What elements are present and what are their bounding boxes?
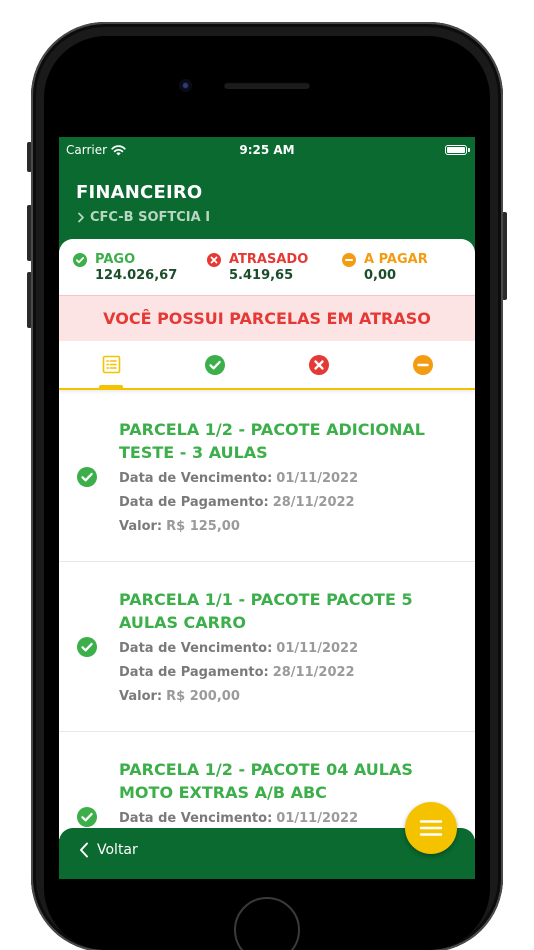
due-date-label: Data de Vencimento: [119,811,273,826]
payment-date-value: 28/11/2022 [272,665,355,680]
back-button-label: Voltar [97,842,138,858]
minus-circle-icon [342,253,356,267]
overdue-alert: VOCÊ POSSUI PARCELAS EM ATRASO [59,295,475,341]
due-date-row: Data de Vencimento: 01/11/2022 [119,641,358,656]
earpiece-speaker [224,82,310,89]
amount-label: Valor: [119,689,163,704]
payment-date-label: Data de Pagamento: [119,665,269,680]
hamburger-menu-icon [419,820,443,836]
check-circle-icon [77,807,97,827]
menu-fab-button[interactable] [405,802,457,854]
check-circle-icon [77,467,97,487]
check-circle-icon [73,253,87,267]
breadcrumb[interactable]: CFC-B SOFTCIA I [76,210,210,225]
status-time: 9:25 AM [239,143,295,157]
list-item[interactable]: PARCELA 1/2 - PACOTE ADICIONAL TESTE - 3… [59,392,475,562]
amount-value: R$ 200,00 [166,689,240,704]
installment-title: PARCELA 1/1 - PACOTE PACOTE 5 AULAS CARR… [119,590,413,632]
summary-bar: PAGO 124.026,67 ATRASADO 5.419,65 A PAGA… [59,239,475,295]
amount-row: Valor: R$ 200,00 [119,689,240,704]
list-icon [102,355,120,374]
check-circle-icon [77,637,97,657]
amount-label: Valor: [119,519,163,534]
due-date-row: Data de Vencimento: 01/11/2022 [119,811,358,826]
summary-to-pay: A PAGAR 0,00 [342,252,428,284]
due-date-label: Data de Vencimento: [119,471,273,486]
back-button[interactable]: Voltar [79,842,138,858]
summary-to-pay-label: A PAGAR [364,252,428,267]
payment-date-value: 28/11/2022 [272,495,355,510]
due-date-label: Data de Vencimento: [119,641,273,656]
payment-date-row: Data de Pagamento: 28/11/2022 [119,495,355,510]
battery-icon [445,145,470,155]
summary-to-pay-value: 0,00 [364,268,397,283]
summary-late: ATRASADO 5.419,65 [207,252,308,284]
page-title: FINANCEIRO [76,182,203,203]
summary-paid: PAGO 124.026,67 [73,252,177,284]
summary-late-value: 5.419,65 [229,268,294,283]
summary-paid-label: PAGO [95,252,136,267]
due-date-value: 01/11/2022 [276,471,359,486]
chevron-left-icon [80,842,88,858]
amount-row: Valor: R$ 125,00 [119,519,240,534]
tab-late[interactable] [267,341,371,388]
amount-value: R$ 125,00 [166,519,240,534]
due-date-value: 01/11/2022 [276,641,359,656]
breadcrumb-label: CFC-B SOFTCIA I [90,210,211,225]
app-screen: Carrier 9:25 AM FINANCEIRO CFC-B SOFTCIA… [59,137,475,879]
x-circle-icon [309,354,329,375]
installment-title: PARCELA 1/2 - PACOTE ADICIONAL TESTE - 3… [119,420,425,462]
due-date-row: Data de Vencimento: 01/11/2022 [119,471,358,486]
minus-circle-icon [413,354,433,375]
installment-list: PARCELA 1/2 - PACOTE ADICIONAL TESTE - 3… [59,392,475,839]
chevron-right-icon [78,212,84,223]
tab-paid[interactable] [163,341,267,388]
payment-date-label: Data de Pagamento: [119,495,269,510]
status-bar: Carrier 9:25 AM [59,137,475,163]
summary-late-label: ATRASADO [229,252,309,267]
content-card: PAGO 124.026,67 ATRASADO 5.419,65 A PAGA… [59,239,475,839]
check-circle-icon [205,354,225,375]
x-circle-icon [207,253,221,267]
summary-paid-value: 124.026,67 [95,268,178,283]
payment-date-row: Data de Pagamento: 28/11/2022 [119,665,355,680]
list-item[interactable]: PARCELA 1/1 - PACOTE PACOTE 5 AULAS CARR… [59,562,475,732]
tab-all[interactable] [59,341,163,388]
installment-title: PARCELA 1/2 - PACOTE 04 AULAS MOTO EXTRA… [119,760,413,802]
front-camera [179,79,192,92]
due-date-value: 01/11/2022 [276,811,359,826]
tab-to-pay[interactable] [371,341,475,388]
filter-tabs [59,341,475,390]
